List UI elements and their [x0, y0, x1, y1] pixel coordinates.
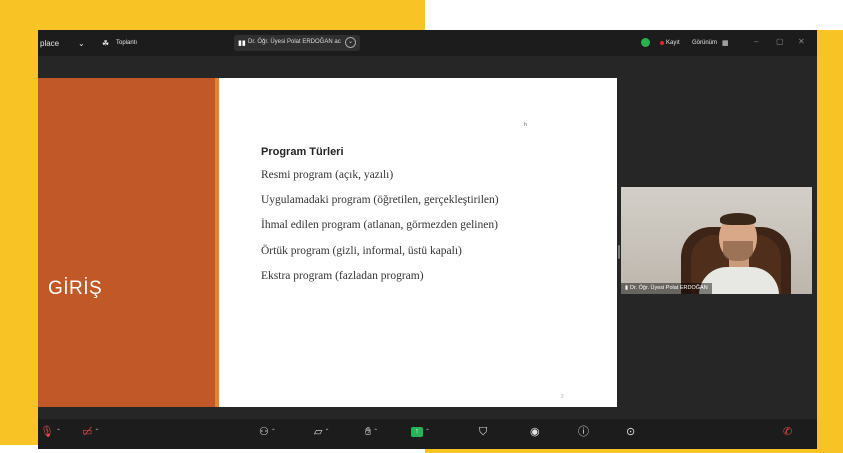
participant-video[interactable]: ▮ Dr. Öğr. Üyesi Polat ERDOĞAN	[621, 187, 812, 294]
slide-title-panel: GİRİŞ	[38, 78, 215, 407]
screen-share-indicator[interactable]: ▮▮ Dr. Öğr. Üyesi Polat ERDOĞAN ac ⌄	[234, 35, 360, 51]
camera-icon[interactable]: ▭̸ ⌃	[82, 425, 99, 439]
meeting-label[interactable]: Toplantı	[116, 40, 137, 46]
close-icon[interactable]: ✕	[798, 37, 805, 46]
slide-line: Ekstra program (fazladan program)	[261, 270, 424, 282]
share-indicator-label: Dr. Öğr. Üyesi Polat ERDOĞAN ac	[248, 39, 341, 45]
security-icon[interactable]: ⛉	[479, 425, 487, 439]
participant-name-tag: ▮ Dr. Öğr. Üyesi Polat ERDOĞAN	[621, 283, 712, 294]
participants-icon[interactable]: ⚇ ⌃	[259, 425, 276, 439]
slide-line: Örtük program (gizli, informal, üstü kap…	[261, 245, 462, 257]
record-icon[interactable]: ◉	[530, 425, 540, 439]
shield-icon[interactable]	[641, 38, 650, 47]
slide-content-panel: ʰ Program Türleri Resmi program (açık, y…	[219, 78, 617, 407]
microphone-icon[interactable]: 🎙︎ ⌃	[40, 425, 61, 439]
slide-line: Resmi program (açık, yazılı)	[261, 169, 394, 181]
slide-page-mark: 2	[561, 394, 564, 400]
chevron-down-icon[interactable]: ⌄	[345, 37, 356, 48]
more-icon[interactable]: ⊙	[626, 425, 635, 439]
people-icon: ☘	[102, 39, 110, 48]
reactions-icon[interactable]: ✋︎ ⌃	[365, 425, 378, 439]
view-grid-icon[interactable]: ▦	[722, 39, 729, 47]
slide-section-title: GİRİŞ	[48, 278, 103, 299]
view-label[interactable]: Görünüm	[692, 40, 717, 46]
cursor-icon: ʰ	[524, 121, 528, 130]
signal-bars-icon: ▮	[625, 285, 629, 291]
video-person-beard	[723, 241, 753, 261]
meeting-window: place ⌄ ☘ Toplantı ▮▮ Dr. Öğr. Üyesi Pol…	[38, 30, 817, 449]
meeting-toolbar: 🎙︎ ⌃ ▭̸ ⌃ ⚇ ⌃ ▱ ⌃ ✋︎ ⌃ ↑ ⌃ ⛉ ◉ ⓘ ⊙ ✆	[38, 419, 817, 449]
maximize-icon[interactable]: ▢	[776, 37, 784, 46]
panel-resize-handle[interactable]	[618, 245, 620, 259]
share-screen-icon[interactable]: ↑ ⌃	[411, 425, 430, 439]
participant-name: Dr. Öğr. Üyesi Polat ERDOĞAN	[630, 285, 708, 291]
chat-icon[interactable]: ▱ ⌃	[314, 425, 330, 439]
slide-heading: Program Türleri	[261, 146, 344, 158]
slide-line: Uygulamadaki program (öğretilen, gerçekl…	[261, 194, 499, 206]
minimize-icon[interactable]: –	[754, 37, 758, 46]
info-icon[interactable]: ⓘ	[578, 425, 589, 439]
leave-icon[interactable]: ✆	[783, 425, 792, 439]
title-bar: place ⌄ ☘ Toplantı ▮▮ Dr. Öğr. Üyesi Pol…	[38, 30, 817, 56]
slide-line: İhmal edilen program (atlanan, görmezden…	[261, 219, 498, 231]
chevron-down-icon[interactable]: ⌄	[78, 39, 85, 48]
workspace-label[interactable]: place	[40, 39, 59, 48]
share-status-icon: ▮▮	[238, 40, 246, 47]
record-label[interactable]: Kayıt	[666, 40, 680, 46]
video-person-hair	[720, 213, 756, 225]
record-dot-icon	[660, 41, 664, 45]
